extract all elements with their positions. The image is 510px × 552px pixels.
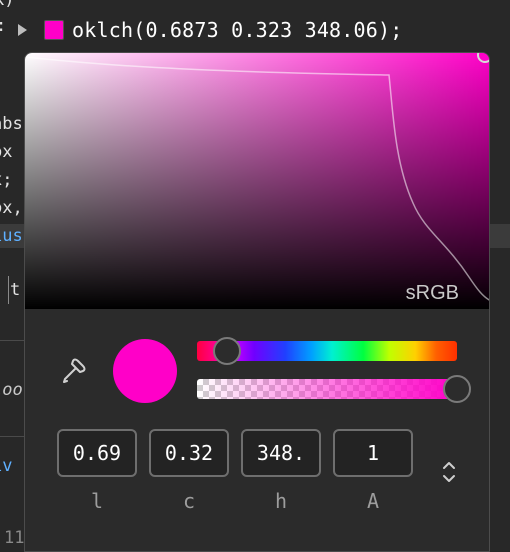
code-fragment: ; xyxy=(0,252,2,276)
color-declaration: : oklch(0.6873 0.323 348.06); xyxy=(0,8,510,42)
divider xyxy=(0,436,25,437)
chroma-input[interactable]: 0.32 xyxy=(149,429,229,477)
code-fragment: px xyxy=(0,142,13,162)
alpha-slider[interactable] xyxy=(197,379,457,399)
hue-input[interactable]: 348. xyxy=(241,429,321,477)
current-color-preview xyxy=(113,339,177,403)
line-number: 11 xyxy=(4,528,25,548)
code-fragment: iv xyxy=(0,456,13,476)
chevron-up-down-icon[interactable] xyxy=(437,457,461,487)
code-fragment: loo xyxy=(0,380,23,400)
code-fragment: ius xyxy=(0,226,23,246)
alpha-label: A xyxy=(366,489,380,513)
indent-guide xyxy=(8,276,9,304)
lightness-label: l xyxy=(90,489,104,513)
alpha-slider-thumb[interactable] xyxy=(443,375,471,403)
hue-label: h xyxy=(274,489,288,513)
line-gutter-mark: : xyxy=(0,14,6,38)
gamut-boundary xyxy=(25,56,489,301)
code-fragment: x; xyxy=(0,170,13,190)
divider xyxy=(0,340,25,341)
color-value[interactable]: oklch(0.6873 0.323 348.06); xyxy=(72,16,403,44)
eyedropper-icon[interactable] xyxy=(59,355,89,385)
alpha-input[interactable]: 1 xyxy=(333,429,413,477)
hue-slider-thumb[interactable] xyxy=(213,337,241,365)
lightness-input[interactable]: 0.69 xyxy=(57,429,137,477)
color-picker-popover: sRGB 0.69 0.32 348. 1 l c h A xyxy=(24,52,490,552)
code-fragment: t xyxy=(10,280,21,300)
expand-arrow-icon[interactable] xyxy=(18,24,27,36)
color-swatch[interactable] xyxy=(44,20,64,40)
color-area[interactable]: sRGB xyxy=(25,53,489,309)
chroma-label: c xyxy=(182,489,196,513)
code-fragment: abs xyxy=(0,114,23,134)
code-fragment: px, xyxy=(0,198,23,218)
gamut-label: sRGB xyxy=(405,282,459,304)
